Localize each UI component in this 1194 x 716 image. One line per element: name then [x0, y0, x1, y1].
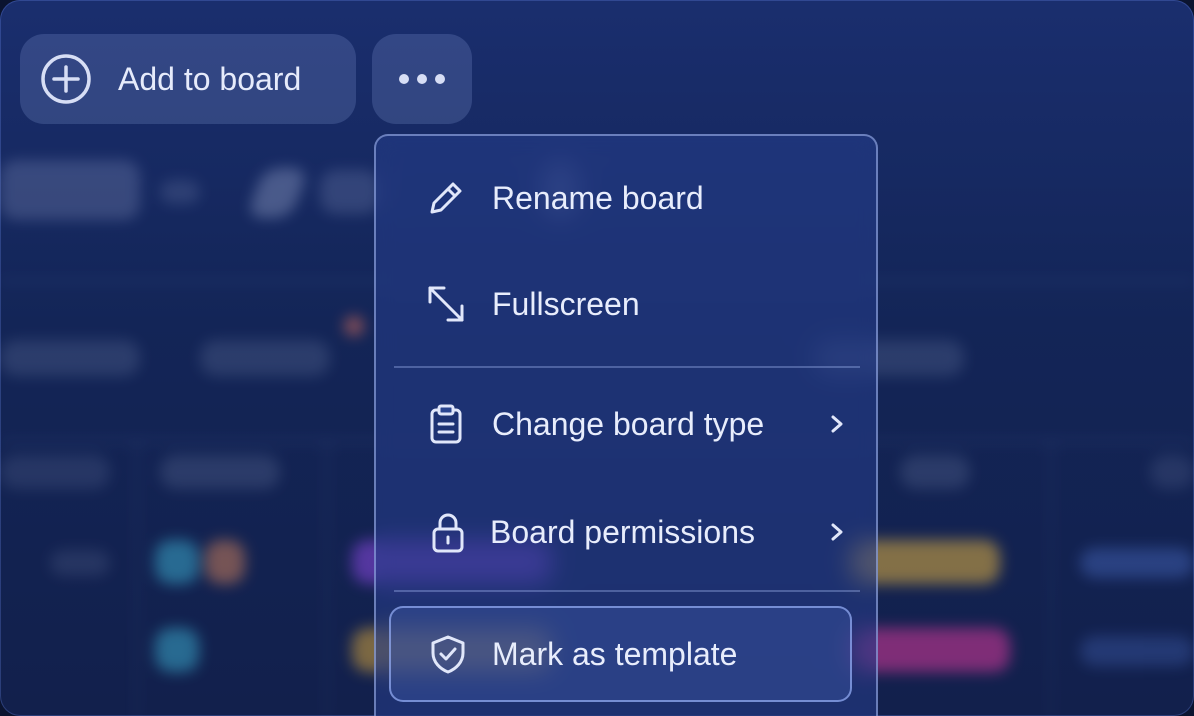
add-to-board-button[interactable]: Add to board	[20, 34, 356, 124]
blurred-header	[1150, 455, 1194, 489]
blurred-header	[0, 455, 110, 489]
menu-item-rename-board[interactable]: Rename board	[376, 170, 876, 226]
menu-separator	[394, 366, 860, 368]
blurred-filter	[200, 340, 330, 376]
menu-separator	[394, 590, 860, 592]
blurred-header	[160, 455, 280, 489]
board-options-menu: Rename board Fullscreen Change board typ…	[374, 134, 878, 716]
menu-item-label: Mark as template	[492, 635, 738, 672]
blurred-icon	[245, 168, 310, 218]
add-to-board-label: Add to board	[118, 60, 302, 97]
app-window: Add to board Rename board Fullscreen Cha…	[0, 0, 1194, 716]
chevron-right-icon	[831, 415, 843, 433]
lock-icon	[432, 513, 464, 553]
pencil-icon	[430, 182, 462, 214]
menu-item-fullscreen[interactable]: Fullscreen	[376, 276, 876, 332]
blurred-tab	[320, 170, 380, 214]
blurred-avatar	[155, 628, 199, 672]
menu-item-mark-as-template[interactable]: Mark as template	[389, 606, 852, 702]
blurred-col-line	[326, 440, 328, 716]
blurred-col-line	[136, 440, 138, 716]
menu-item-board-permissions[interactable]: Board permissions	[376, 504, 876, 560]
menu-item-label: Board permissions	[490, 513, 755, 550]
blurred-cell	[50, 550, 110, 576]
more-horizontal-icon	[399, 74, 445, 84]
blurred-cell	[1080, 548, 1194, 578]
shield-check-icon	[431, 635, 465, 674]
blurred-avatar	[155, 540, 199, 584]
blurred-header	[900, 455, 970, 489]
expand-diagonal-icon	[428, 286, 464, 322]
more-options-button[interactable]	[372, 34, 472, 124]
menu-item-label: Change board type	[492, 405, 765, 442]
blurred-chip	[160, 180, 200, 204]
menu-item-change-board-type[interactable]: Change board type	[376, 396, 876, 452]
blurred-avatar	[205, 540, 245, 584]
plus-circle-icon	[41, 54, 91, 104]
clipboard-icon	[430, 404, 462, 444]
blurred-cell	[1080, 636, 1194, 666]
blurred-col-line	[1050, 440, 1052, 716]
blurred-badge	[344, 316, 364, 336]
menu-item-label: Fullscreen	[492, 285, 640, 322]
menu-item-label: Rename board	[492, 179, 704, 216]
blurred-title	[0, 160, 140, 220]
blurred-search	[0, 340, 140, 376]
chevron-right-icon	[831, 523, 843, 541]
